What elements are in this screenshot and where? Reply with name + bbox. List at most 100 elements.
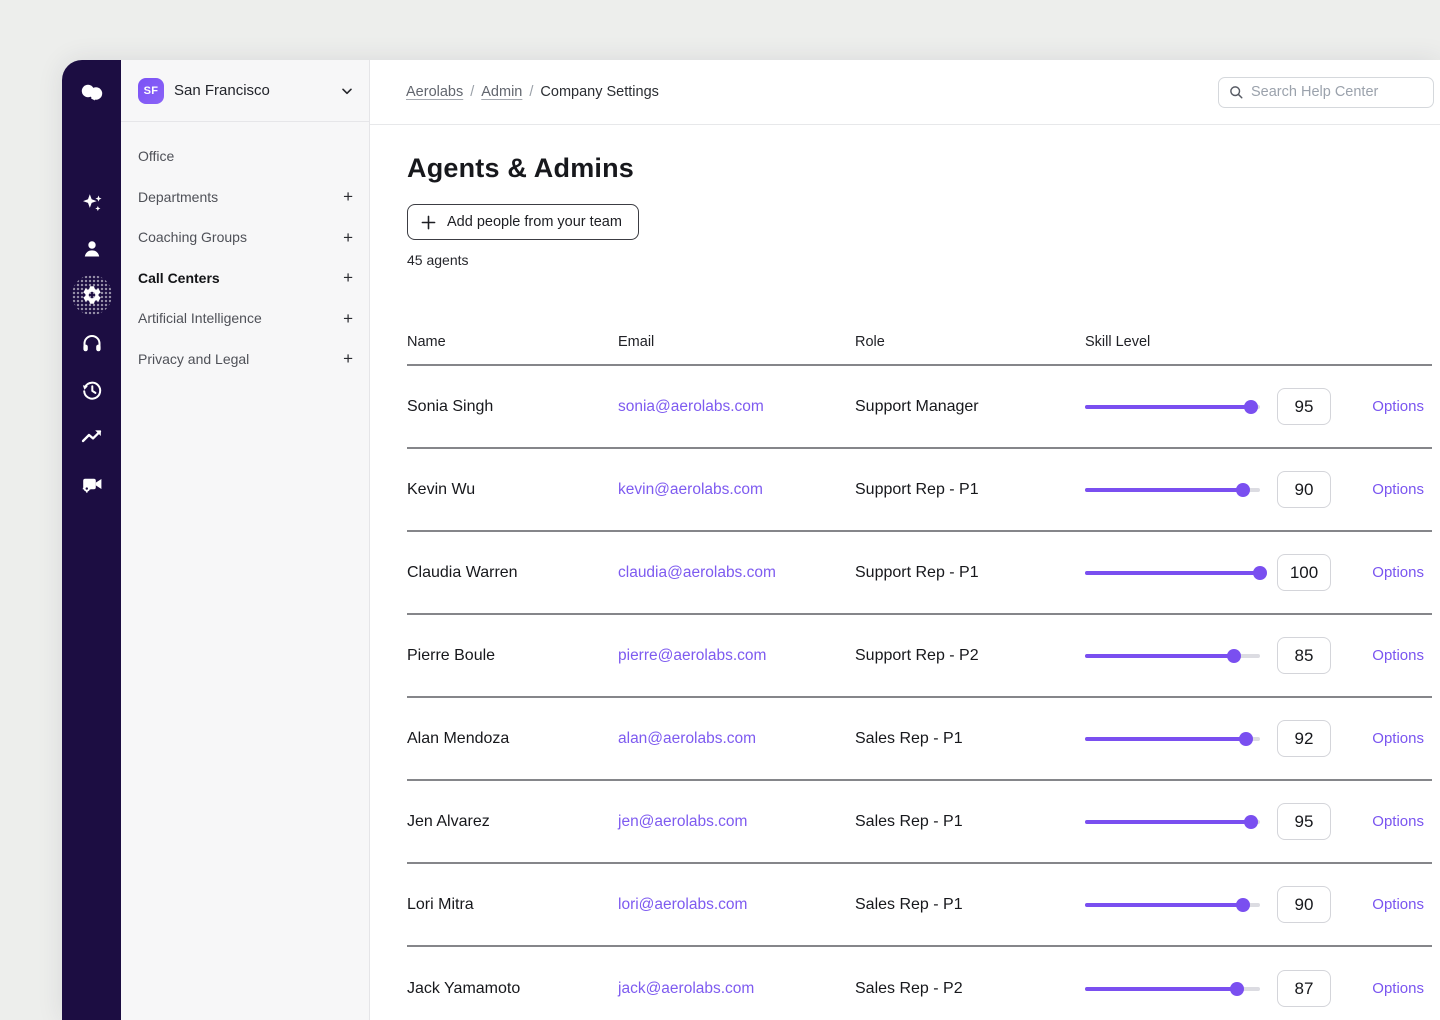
- agent-role: Sales Rep - P1: [855, 896, 1085, 914]
- agent-email-link[interactable]: kevin@aerolabs.com: [618, 481, 763, 498]
- options-link[interactable]: Options: [1372, 398, 1424, 415]
- table-row: Kevin Wu kevin@aerolabs.com Support Rep …: [407, 449, 1432, 532]
- skill-slider[interactable]: [1085, 982, 1260, 996]
- skill-slider[interactable]: [1085, 898, 1260, 912]
- main-panel: Aerolabs / Admin / Company Settings Agen…: [370, 60, 1440, 1020]
- slider-fill: [1085, 488, 1243, 492]
- table-row: Jack Yamamoto jack@aerolabs.com Sales Re…: [407, 947, 1432, 1020]
- slider-thumb[interactable]: [1227, 649, 1241, 663]
- slider-fill: [1085, 903, 1243, 907]
- page-content: Agents & Admins Add people from your tea…: [370, 125, 1440, 1020]
- sidebar-item-office[interactable]: Office: [121, 136, 369, 177]
- plus-icon[interactable]: +: [343, 269, 353, 286]
- settings-gear-icon[interactable]: [72, 275, 112, 315]
- plus-icon[interactable]: +: [343, 350, 353, 367]
- agent-email-link[interactable]: sonia@aerolabs.com: [618, 398, 764, 415]
- agent-name: Claudia Warren: [407, 564, 618, 582]
- search-icon: [1228, 84, 1244, 100]
- agent-email-link[interactable]: alan@aerolabs.com: [618, 730, 756, 747]
- skill-value-box[interactable]: 92: [1277, 720, 1331, 757]
- plus-icon[interactable]: +: [343, 188, 353, 205]
- contacts-person-icon[interactable]: [78, 235, 106, 263]
- meetings-camera-icon[interactable]: [78, 470, 106, 498]
- icon-rail: [62, 60, 121, 1020]
- slider-thumb[interactable]: [1244, 400, 1258, 414]
- agent-name: Kevin Wu: [407, 481, 618, 499]
- agent-email-link[interactable]: jack@aerolabs.com: [618, 980, 754, 997]
- slider-thumb[interactable]: [1236, 898, 1250, 912]
- topbar: Aerolabs / Admin / Company Settings: [370, 60, 1440, 125]
- agent-role: Sales Rep - P1: [855, 730, 1085, 748]
- header-skill: Skill Level: [1085, 334, 1432, 350]
- add-people-button[interactable]: Add people from your team: [407, 204, 639, 240]
- table-row: Alan Mendoza alan@aerolabs.com Sales Rep…: [407, 698, 1432, 781]
- options-link[interactable]: Options: [1372, 813, 1424, 830]
- sidebar-item-privacy-and-legal[interactable]: Privacy and Legal +: [121, 339, 369, 380]
- sidebar-item-departments[interactable]: Departments +: [121, 177, 369, 218]
- agent-email-link[interactable]: jen@aerolabs.com: [618, 813, 747, 830]
- plus-icon[interactable]: +: [343, 229, 353, 246]
- history-clock-icon[interactable]: [78, 376, 106, 404]
- workspace-selector[interactable]: SF San Francisco: [121, 60, 369, 122]
- slider-thumb[interactable]: [1244, 815, 1258, 829]
- options-link[interactable]: Options: [1372, 730, 1424, 747]
- table-row: Lori Mitra lori@aerolabs.com Sales Rep -…: [407, 864, 1432, 947]
- slider-thumb[interactable]: [1236, 483, 1250, 497]
- analytics-trend-icon[interactable]: [78, 423, 106, 451]
- search-input[interactable]: [1251, 84, 1424, 100]
- slider-fill: [1085, 654, 1234, 658]
- slider-fill: [1085, 987, 1237, 991]
- sidebar-item-label: Call Centers: [138, 270, 343, 286]
- skill-value-box[interactable]: 95: [1277, 388, 1331, 425]
- sidebar-item-call-centers[interactable]: Call Centers +: [121, 258, 369, 299]
- skill-value-box[interactable]: 90: [1277, 471, 1331, 508]
- skill-slider[interactable]: [1085, 815, 1260, 829]
- slider-fill: [1085, 820, 1251, 824]
- options-link[interactable]: Options: [1372, 481, 1424, 498]
- table-row: Sonia Singh sonia@aerolabs.com Support M…: [407, 366, 1432, 449]
- sidebar-item-artificial-intelligence[interactable]: Artificial Intelligence +: [121, 298, 369, 339]
- skill-slider[interactable]: [1085, 400, 1260, 414]
- slider-thumb[interactable]: [1239, 732, 1253, 746]
- sidebar-item-coaching-groups[interactable]: Coaching Groups +: [121, 217, 369, 258]
- agent-role: Support Rep - P1: [855, 481, 1085, 499]
- support-headset-icon[interactable]: [78, 329, 106, 357]
- skill-slider[interactable]: [1085, 649, 1260, 663]
- options-link[interactable]: Options: [1372, 564, 1424, 581]
- agent-role: Support Rep - P1: [855, 564, 1085, 582]
- skill-value-box[interactable]: 87: [1277, 970, 1331, 1007]
- skill-value-box[interactable]: 100: [1277, 554, 1331, 591]
- header-email: Email: [618, 334, 855, 350]
- slider-thumb[interactable]: [1253, 566, 1267, 580]
- chevron-down-icon[interactable]: [339, 83, 355, 99]
- skill-slider[interactable]: [1085, 732, 1260, 746]
- sidebar-item-label: Coaching Groups: [138, 229, 343, 245]
- skill-value-box[interactable]: 90: [1277, 886, 1331, 923]
- skill-slider[interactable]: [1085, 566, 1260, 580]
- breadcrumb-link-admin[interactable]: Admin: [481, 84, 522, 100]
- help-search[interactable]: [1218, 77, 1434, 108]
- skill-value-box[interactable]: 85: [1277, 637, 1331, 674]
- breadcrumb-link-aerolabs[interactable]: Aerolabs: [406, 84, 463, 100]
- dialpad-logo-icon[interactable]: [78, 79, 106, 107]
- sidebar-nav: Office Departments + Coaching Groups + C…: [121, 122, 369, 379]
- options-link[interactable]: Options: [1372, 896, 1424, 913]
- header-role: Role: [855, 334, 1085, 350]
- agent-count: 45 agents: [407, 252, 1432, 268]
- agent-email-link[interactable]: claudia@aerolabs.com: [618, 564, 776, 581]
- options-link[interactable]: Options: [1372, 647, 1424, 664]
- options-link[interactable]: Options: [1372, 980, 1424, 997]
- plus-icon[interactable]: +: [343, 310, 353, 327]
- slider-thumb[interactable]: [1230, 982, 1244, 996]
- agent-name: Alan Mendoza: [407, 730, 618, 748]
- agent-email-link[interactable]: lori@aerolabs.com: [618, 896, 747, 913]
- breadcrumb: Aerolabs / Admin / Company Settings: [406, 84, 659, 100]
- app-window: SF San Francisco Office Departments + Co…: [62, 60, 1440, 1020]
- skill-value-box[interactable]: 95: [1277, 803, 1331, 840]
- agent-name: Lori Mitra: [407, 896, 618, 914]
- agent-email-link[interactable]: pierre@aerolabs.com: [618, 647, 766, 664]
- agent-name: Jack Yamamoto: [407, 980, 618, 998]
- sidebar-item-label: Office: [138, 148, 353, 164]
- skill-slider[interactable]: [1085, 483, 1260, 497]
- ai-sparkles-icon[interactable]: [78, 190, 106, 218]
